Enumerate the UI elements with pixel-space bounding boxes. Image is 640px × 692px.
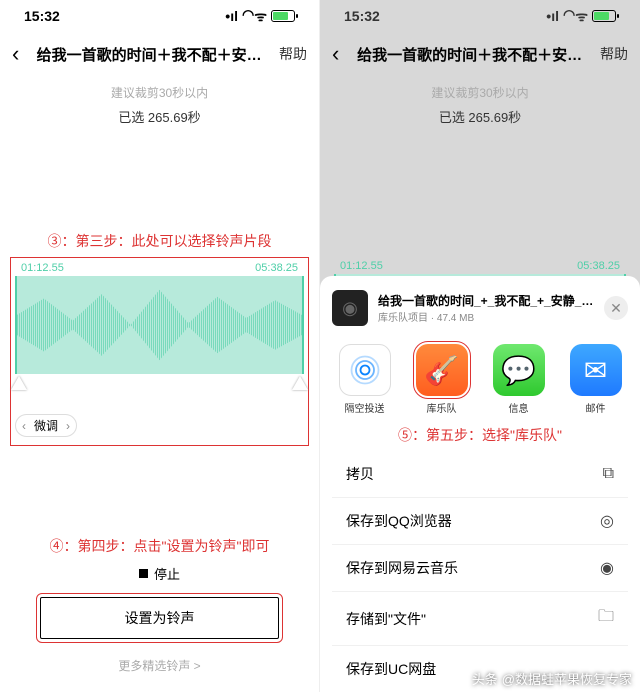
share-airdrop[interactable]: 隔空投送	[330, 344, 400, 415]
selected-duration: 已选 265.69秒	[320, 107, 640, 126]
step-5-label: ⑤：第五步：选择"库乐队"	[320, 425, 640, 445]
fine-tune-control[interactable]: ‹ 微调 ›	[15, 414, 77, 437]
stop-button[interactable]: 停止	[0, 564, 319, 583]
step-4-label: ④：第四步：点击"设置为铃声"即可	[0, 536, 319, 556]
wifi-icon: ᯤ	[242, 7, 267, 26]
waveform[interactable]	[15, 276, 304, 374]
chevron-left-icon[interactable]: ‹	[22, 419, 26, 433]
status-icons: ᯤ	[225, 7, 295, 26]
page-title: 给我一首歌的时间＋我不配＋安…	[339, 44, 600, 65]
set-ringtone-button[interactable]: 设置为铃声	[40, 597, 279, 639]
status-bar: 15:32 ᯤ	[320, 0, 640, 32]
action-save-files[interactable]: 存储到"文件" 🗀	[332, 592, 628, 646]
share-apps-row: 隔空投送 🎸 库乐队 💬 信息 ✉ 邮件	[320, 336, 640, 419]
back-icon[interactable]: ‹	[12, 41, 19, 67]
trim-handle-right[interactable]	[292, 376, 308, 390]
chevron-right-icon[interactable]: ›	[66, 419, 70, 433]
trim-handle-left[interactable]	[11, 376, 27, 390]
nav-bar: ‹ 给我一首歌的时间＋我不配＋安… 帮助	[0, 32, 319, 76]
end-time: 05:38.25	[255, 262, 298, 274]
nav-bar: ‹ 给我一首歌的时间＋我不配＋安… 帮助	[320, 32, 640, 76]
garageband-icon: 🎸	[416, 344, 468, 396]
action-copy[interactable]: 拷贝 ⧉	[332, 451, 628, 498]
share-sheet: ◉ 给我一首歌的时间_+_我不配_+_安静_+_… 库乐队项目 · 47.4 M…	[320, 276, 640, 692]
folder-icon: 🗀	[598, 605, 614, 632]
airdrop-icon	[339, 344, 391, 396]
end-time: 05:38.25	[577, 260, 620, 272]
netease-icon: ◉	[600, 558, 614, 578]
trim-hint: 建议裁剪30秒以内	[0, 84, 319, 101]
share-garageband[interactable]: 🎸 库乐队	[407, 344, 477, 415]
sheet-file-subtitle: 库乐队项目 · 47.4 MB	[378, 309, 594, 324]
help-button[interactable]: 帮助	[279, 44, 307, 64]
battery-icon	[271, 10, 295, 22]
stop-icon	[139, 569, 148, 578]
fine-tune-label: 微调	[34, 417, 58, 434]
status-icons: ᯤ	[546, 7, 616, 26]
start-time: 01:12.55	[340, 260, 383, 272]
help-button[interactable]: 帮助	[600, 44, 628, 64]
battery-icon	[592, 10, 616, 22]
close-icon[interactable]: ✕	[604, 296, 628, 320]
signal-icon	[546, 8, 559, 24]
selected-duration: 已选 265.69秒	[0, 107, 319, 126]
copy-icon: ⧉	[603, 465, 614, 483]
waveform-editor: 01:12.55 05:38.25 ‹ 微调 ›	[10, 257, 309, 446]
clock: 15:32	[24, 8, 60, 24]
page-title: 给我一首歌的时间＋我不配＋安…	[19, 44, 279, 65]
qq-icon: ◎	[600, 511, 614, 531]
mail-icon: ✉	[570, 344, 622, 396]
share-messages[interactable]: 💬 信息	[484, 344, 554, 415]
start-time: 01:12.55	[21, 262, 64, 274]
action-list: 拷贝 ⧉ 保存到QQ浏览器 ◎ 保存到网易云音乐 ◉ 存储到"文件" 🗀 保存到…	[332, 451, 628, 692]
wifi-icon: ᯤ	[563, 7, 588, 26]
share-mail[interactable]: ✉ 邮件	[561, 344, 631, 415]
signal-icon	[225, 8, 238, 24]
more-ringtones-link[interactable]: 更多精选铃声 >	[0, 657, 319, 674]
step-3-label: ③：第三步：此处可以选择铃声片段	[0, 231, 319, 251]
action-save-netease[interactable]: 保存到网易云音乐 ◉	[332, 545, 628, 592]
back-icon[interactable]: ‹	[332, 41, 339, 67]
messages-icon: 💬	[493, 344, 545, 396]
status-bar: 15:32 ᯤ	[0, 0, 319, 32]
watermark: 头条 @数据蛙苹果恢复专家	[472, 669, 632, 688]
action-save-qq[interactable]: 保存到QQ浏览器 ◎	[332, 498, 628, 545]
trim-hint: 建议裁剪30秒以内	[320, 84, 640, 101]
sheet-file-title: 给我一首歌的时间_+_我不配_+_安静_+_…	[378, 292, 594, 309]
clock: 15:32	[344, 8, 380, 24]
file-thumbnail: ◉	[332, 290, 368, 326]
